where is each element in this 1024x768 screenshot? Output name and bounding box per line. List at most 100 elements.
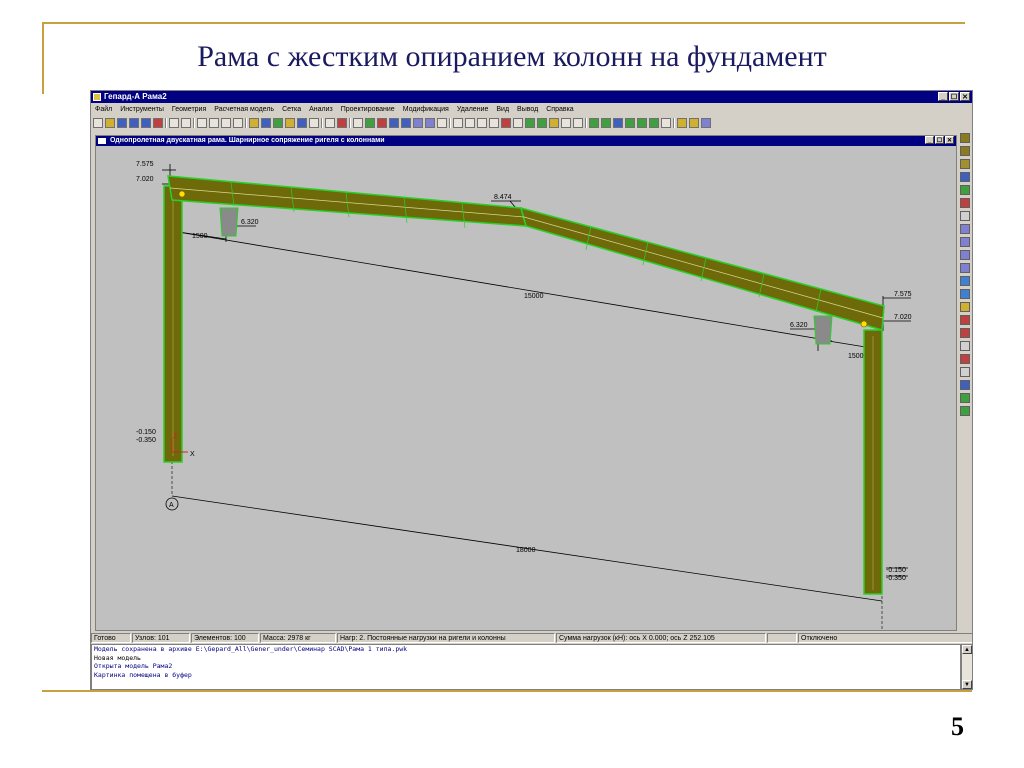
axis-icon[interactable] bbox=[613, 117, 623, 128]
bracket-icon[interactable] bbox=[413, 117, 423, 128]
right-hinge-node[interactable] bbox=[860, 320, 868, 328]
section-icon[interactable] bbox=[233, 117, 243, 128]
joint-tool-icon[interactable] bbox=[960, 302, 970, 312]
element-icon[interactable] bbox=[365, 117, 375, 128]
node-icon[interactable] bbox=[353, 117, 363, 128]
ibeam-icon[interactable] bbox=[209, 117, 219, 128]
redo-icon[interactable] bbox=[181, 117, 191, 128]
save-as-icon[interactable] bbox=[129, 117, 139, 128]
calc-icon[interactable] bbox=[249, 117, 259, 128]
load-icon[interactable] bbox=[285, 117, 295, 128]
undo-icon[interactable] bbox=[169, 117, 179, 128]
close-button[interactable]: ✕ bbox=[960, 92, 970, 101]
check-icon[interactable] bbox=[273, 117, 283, 128]
menu-modify[interactable]: Модификация bbox=[399, 104, 453, 115]
joint-icon[interactable] bbox=[425, 117, 435, 128]
truss-icon[interactable] bbox=[401, 117, 411, 128]
print-icon[interactable] bbox=[677, 117, 687, 128]
shade-icon[interactable] bbox=[537, 117, 547, 128]
plate-icon[interactable] bbox=[625, 117, 635, 128]
scroll-up-icon[interactable]: ▲ bbox=[962, 645, 972, 654]
node-tool-icon[interactable] bbox=[960, 224, 970, 234]
plate-tool-icon[interactable] bbox=[960, 172, 970, 182]
layers-icon[interactable] bbox=[489, 117, 499, 128]
menu-output[interactable]: Вывод bbox=[513, 104, 542, 115]
grid-icon[interactable] bbox=[325, 117, 335, 128]
support-tool-icon[interactable] bbox=[960, 276, 970, 286]
hinge-tool-icon[interactable] bbox=[960, 328, 970, 338]
menu-file[interactable]: Файл bbox=[91, 104, 116, 115]
pan-icon[interactable] bbox=[477, 117, 487, 128]
menu-analysis[interactable]: Анализ bbox=[305, 104, 337, 115]
grid-edit-icon[interactable] bbox=[337, 117, 347, 128]
rafter-tool-icon[interactable] bbox=[960, 146, 970, 156]
results-icon[interactable] bbox=[261, 117, 271, 128]
column-tool-icon[interactable] bbox=[960, 211, 970, 221]
fit-icon[interactable] bbox=[513, 117, 523, 128]
frame-drawing-canvas[interactable]: 7.575 7.020 8.474 6.320 1500 15000 7.575… bbox=[96, 146, 956, 630]
support-tool2-icon[interactable] bbox=[960, 289, 970, 299]
message-console[interactable]: Модель сохранена в архиве E:\Gepard_All\… bbox=[91, 644, 961, 689]
base-tool-icon[interactable] bbox=[960, 185, 970, 195]
right-bracket[interactable] bbox=[813, 315, 833, 345]
frame-view-icon[interactable] bbox=[561, 117, 571, 128]
menu-delete[interactable]: Удаление bbox=[453, 104, 493, 115]
scroll-down-icon[interactable]: ▼ bbox=[962, 680, 972, 689]
view-icon[interactable] bbox=[501, 117, 511, 128]
drawing-maximize-button[interactable]: ☐ bbox=[935, 136, 944, 144]
bracket-tool-icon[interactable] bbox=[960, 367, 970, 377]
dim-left-bracket: 6.320 bbox=[241, 219, 259, 226]
node-tool2-icon[interactable] bbox=[960, 237, 970, 247]
load-tool-icon[interactable] bbox=[960, 198, 970, 208]
maximize-button[interactable]: ☐ bbox=[949, 92, 959, 101]
drawing-close-button[interactable]: ✕ bbox=[945, 136, 954, 144]
stack-tool-icon[interactable] bbox=[960, 393, 970, 403]
new-file-icon[interactable] bbox=[93, 117, 103, 128]
settings-icon[interactable] bbox=[689, 117, 699, 128]
brace-tool-icon[interactable] bbox=[960, 380, 970, 390]
export-icon[interactable] bbox=[153, 117, 163, 128]
node-tool3-icon[interactable] bbox=[960, 250, 970, 260]
numbering-icon[interactable] bbox=[589, 117, 599, 128]
bolt-icon[interactable] bbox=[661, 117, 671, 128]
left-hinge-node[interactable] bbox=[178, 190, 186, 198]
menu-view[interactable]: Вид bbox=[492, 104, 513, 115]
rafter-right-slope[interactable] bbox=[519, 206, 885, 331]
left-bracket[interactable] bbox=[219, 207, 239, 237]
menu-tools[interactable]: Инструменты bbox=[116, 104, 168, 115]
arc-tool-icon[interactable] bbox=[960, 341, 970, 351]
frame-icon[interactable] bbox=[197, 117, 207, 128]
menu-grid[interactable]: Сетка bbox=[278, 104, 305, 115]
menu-geometry[interactable]: Геометрия bbox=[168, 104, 210, 115]
menu-help[interactable]: Справка bbox=[542, 104, 577, 115]
rotate-icon[interactable] bbox=[549, 117, 559, 128]
weld-icon[interactable] bbox=[649, 117, 659, 128]
open-folder-icon[interactable] bbox=[105, 117, 115, 128]
cut-tool-icon[interactable] bbox=[960, 315, 970, 325]
support-icon[interactable] bbox=[297, 117, 307, 128]
dimension-icon[interactable] bbox=[601, 117, 611, 128]
console-scrollbar[interactable]: ▲ ▼ bbox=[961, 644, 972, 689]
render-icon[interactable] bbox=[525, 117, 535, 128]
frame-tool-icon[interactable] bbox=[960, 354, 970, 364]
save-icon[interactable] bbox=[117, 117, 127, 128]
stack-tool2-icon[interactable] bbox=[960, 406, 970, 416]
beam-tool-icon[interactable] bbox=[960, 133, 970, 143]
curve-icon[interactable] bbox=[309, 117, 319, 128]
delete-icon[interactable] bbox=[377, 117, 387, 128]
zoom-out-icon[interactable] bbox=[465, 117, 475, 128]
drawing-minimize-button[interactable]: _ bbox=[925, 136, 934, 144]
menu-calc-model[interactable]: Расчетная модель bbox=[210, 104, 278, 115]
archive-icon[interactable] bbox=[141, 117, 151, 128]
column-icon[interactable] bbox=[221, 117, 231, 128]
haunch-tool-icon[interactable] bbox=[960, 159, 970, 169]
minimize-button[interactable]: _ bbox=[938, 92, 948, 101]
beam-icon[interactable] bbox=[389, 117, 399, 128]
menu-design[interactable]: Проектирование bbox=[337, 104, 399, 115]
table-icon[interactable] bbox=[573, 117, 583, 128]
node-tool4-icon[interactable] bbox=[960, 263, 970, 273]
help-icon[interactable] bbox=[701, 117, 711, 128]
line-icon[interactable] bbox=[437, 117, 447, 128]
stiffener-icon[interactable] bbox=[637, 117, 647, 128]
zoom-in-icon[interactable] bbox=[453, 117, 463, 128]
